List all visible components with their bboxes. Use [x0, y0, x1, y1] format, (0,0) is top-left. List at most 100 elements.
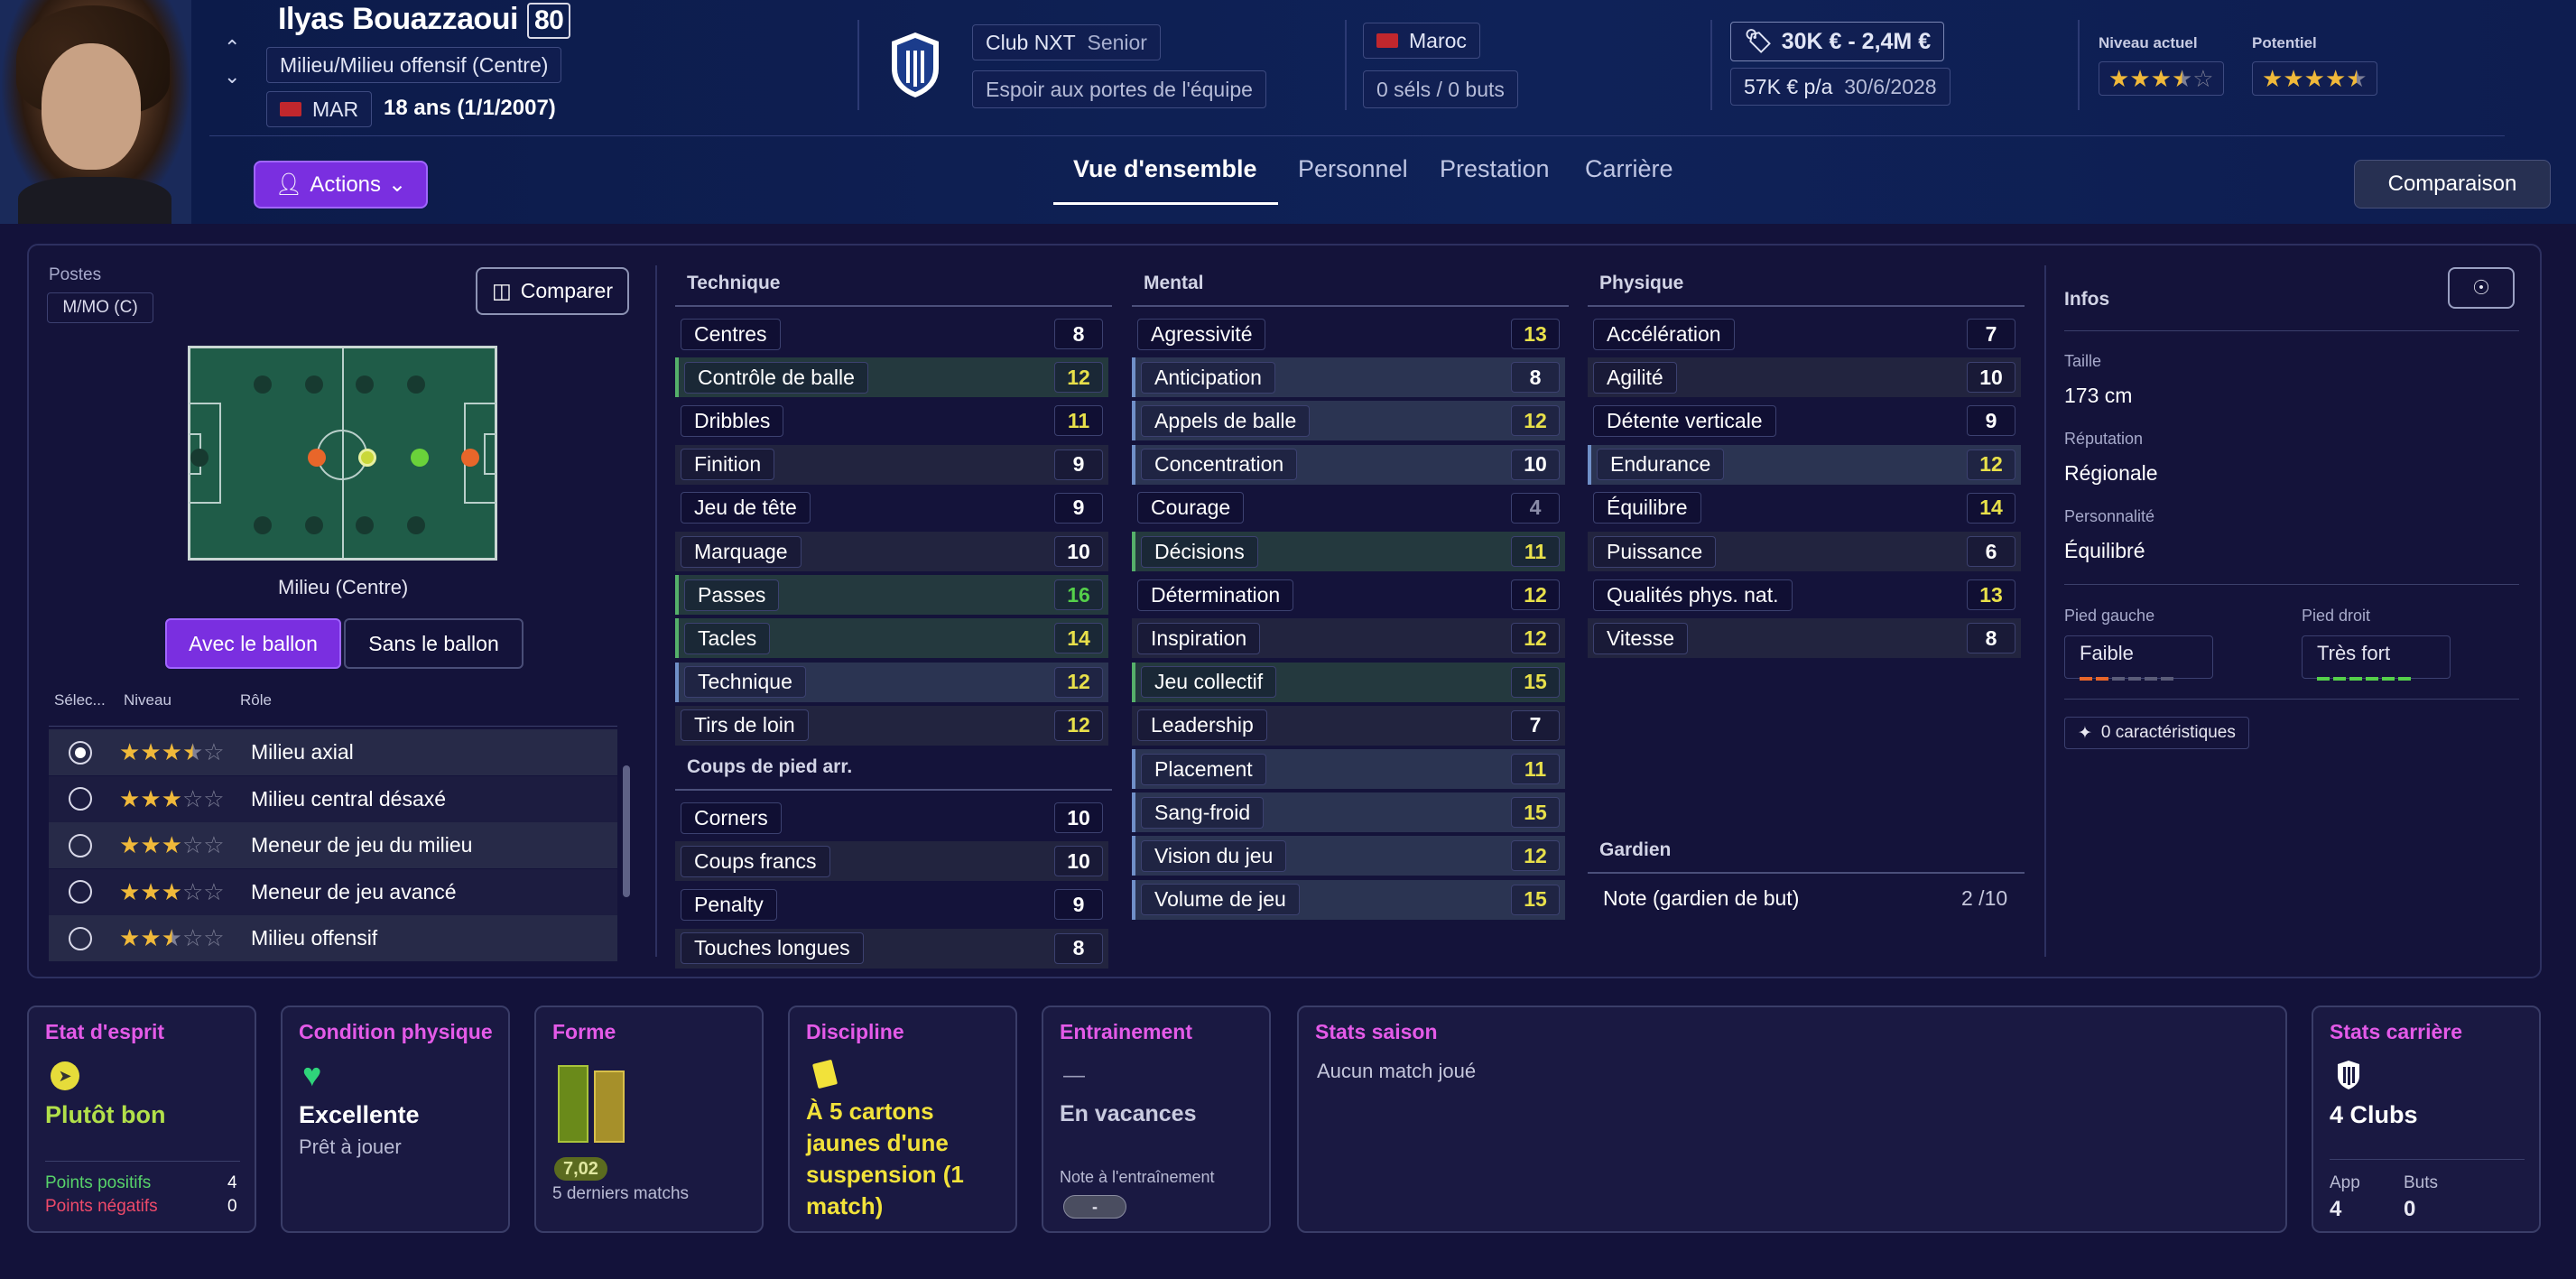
attribute-row[interactable]: Corners 10: [675, 798, 1108, 838]
role-row[interactable]: ★★★☆☆ Milieu central désaxé: [49, 775, 617, 822]
training-card[interactable]: Entrainement — En vacances Note à l'entr…: [1042, 1006, 1271, 1233]
chevron-up-icon[interactable]: ⌃: [224, 36, 240, 60]
attribute-row[interactable]: Dribbles 11: [675, 401, 1108, 440]
form-sub: 5 derniers matchs: [552, 1184, 690, 1203]
flag-icon: [1376, 33, 1398, 48]
attribute-row[interactable]: Appels de balle 12: [1132, 401, 1565, 441]
attribute-name: Jeu de tête: [681, 492, 811, 524]
attribute-row[interactable]: Centres 8: [675, 314, 1108, 354]
attribute-row[interactable]: Leadership 7: [1132, 705, 1565, 746]
attribute-row[interactable]: Sang-froid 15: [1132, 792, 1565, 833]
nation-team-pill[interactable]: Maroc: [1363, 23, 1480, 59]
heart-icon: ♥: [302, 1056, 322, 1093]
attribute-name: Courage: [1137, 492, 1245, 524]
role-row[interactable]: ★★★★☆ Milieu axial: [49, 729, 617, 775]
col-role-header[interactable]: Rôle: [240, 691, 272, 709]
pitch-position-dot: [356, 516, 374, 534]
attribute-row[interactable]: Jeu de tête 9: [675, 488, 1108, 528]
chevron-down-icon[interactable]: ⌄: [224, 65, 240, 88]
attribute-row[interactable]: Inspiration 12: [1132, 618, 1565, 659]
attribute-row[interactable]: Agressivité 13: [1132, 314, 1565, 354]
attribute-row[interactable]: Agilité 10: [1588, 357, 2021, 398]
role-radio[interactable]: [69, 740, 92, 765]
attribute-row[interactable]: Vision du jeu 12: [1132, 836, 1565, 876]
pitch-position-dot: [254, 375, 272, 394]
roles-scrollbar[interactable]: [623, 765, 630, 897]
role-stars: ★★★☆☆: [119, 831, 225, 858]
condition-card[interactable]: Condition physique ♥ Excellente Prêt à j…: [281, 1006, 510, 1233]
training-value: En vacances: [1060, 1101, 1197, 1126]
with-ball-toggle[interactable]: Avec le ballon: [165, 618, 341, 669]
attribute-row[interactable]: Touches longues 8: [675, 928, 1108, 969]
role-radio[interactable]: [69, 787, 92, 811]
club-pill[interactable]: Club NXT Senior: [972, 24, 1161, 60]
attribute-row[interactable]: Passes 16: [675, 575, 1108, 616]
attribute-value: 12: [1967, 449, 2015, 480]
attribute-row[interactable]: Penalty 9: [675, 885, 1108, 924]
tab-performance[interactable]: Prestation: [1440, 155, 1550, 183]
role-radio[interactable]: [69, 833, 92, 857]
col-select-header[interactable]: Sélec...: [54, 691, 106, 709]
attribute-name: Anticipation: [1141, 361, 1275, 394]
attribute-row[interactable]: Jeu collectif 15: [1132, 662, 1565, 702]
attribute-row[interactable]: Coups francs 10: [675, 841, 1108, 882]
actions-button[interactable]: 👤︎ Actions ⌄: [254, 161, 428, 209]
pitch-position-dot: [461, 449, 479, 467]
attribute-row[interactable]: Volume de jeu 15: [1132, 879, 1565, 920]
profile-settings-icon[interactable]: ☉: [2448, 267, 2515, 309]
attribute-value: 12: [1511, 579, 1560, 611]
form-title: Forme: [552, 1020, 616, 1043]
role-row[interactable]: ★★★☆☆ Milieu offensif: [49, 915, 617, 961]
role-radio[interactable]: [69, 926, 92, 950]
role-radio[interactable]: [69, 880, 92, 904]
caps-pill: 0 séls / 0 buts: [1363, 70, 1518, 108]
attribute-row[interactable]: Puissance 6: [1588, 532, 2021, 571]
attribute-row[interactable]: Qualités phys. nat. 13: [1588, 575, 2021, 615]
attribute-row[interactable]: Tacles 14: [675, 618, 1108, 659]
comparison-button[interactable]: Comparaison: [2354, 160, 2551, 209]
club-crest-icon: [892, 32, 939, 97]
attribute-row[interactable]: Courage 4: [1132, 488, 1565, 528]
attribute-name: Qualités phys. nat.: [1593, 579, 1793, 611]
form-card[interactable]: Forme 7,02 5 derniers matchs: [534, 1006, 764, 1233]
discipline-card[interactable]: Discipline À 5 cartons jaunes d'une susp…: [788, 1006, 1017, 1233]
left-foot-box: Faible: [2064, 635, 2213, 681]
attribute-row[interactable]: Décisions 11: [1132, 532, 1565, 571]
attribute-row[interactable]: Concentration 10: [1132, 444, 1565, 485]
traits-pill[interactable]: ✦ 0 caractéristiques: [2064, 717, 2249, 749]
tab-overview[interactable]: Vue d'ensemble: [1073, 155, 1257, 183]
tab-personal[interactable]: Personnel: [1298, 155, 1408, 183]
position-pitch: [188, 346, 497, 561]
role-row[interactable]: ★★★☆☆ Meneur de jeu du milieu: [49, 822, 617, 868]
attribute-row[interactable]: Tirs de loin 12: [675, 705, 1108, 746]
season-stats-card[interactable]: Stats saison Aucun match joué: [1297, 1006, 2287, 1233]
compare-button[interactable]: ◫ Comparer: [476, 267, 629, 315]
attribute-row[interactable]: Contrôle de balle 12: [675, 357, 1108, 398]
attribute-row[interactable]: Anticipation 8: [1132, 357, 1565, 398]
without-ball-toggle[interactable]: Sans le ballon: [344, 618, 524, 669]
attribute-row[interactable]: Vitesse 8: [1588, 618, 2021, 659]
morale-card[interactable]: Etat d'esprit ➤ Plutôt bon Points positi…: [27, 1006, 256, 1233]
attribute-value: 10: [1967, 362, 2015, 394]
attribute-row[interactable]: Endurance 12: [1588, 444, 2021, 485]
attribute-row[interactable]: Équilibre 14: [1588, 488, 2021, 528]
attribute-name: Endurance: [1597, 449, 1725, 481]
career-stats-card[interactable]: Stats carrière 4 Clubs App Buts 4 0: [2312, 1006, 2541, 1233]
attribute-row[interactable]: Détente verticale 9: [1588, 401, 2021, 440]
personality-value: Équilibré: [2064, 539, 2145, 562]
attribute-row[interactable]: Finition 9: [675, 444, 1108, 485]
attribute-row[interactable]: Technique 12: [675, 662, 1108, 702]
role-name: Milieu offensif: [251, 926, 378, 950]
attribute-row[interactable]: Accélération 7: [1588, 314, 2021, 354]
attribute-name: Corners: [681, 802, 782, 834]
goals-value: 0: [2404, 1197, 2416, 1221]
tab-career[interactable]: Carrière: [1585, 155, 1673, 183]
attribute-row[interactable]: Placement 11: [1132, 749, 1565, 789]
role-row[interactable]: ★★★☆☆ Meneur de jeu avancé: [49, 868, 617, 915]
attribute-row[interactable]: Marquage 10: [675, 532, 1108, 571]
attribute-name: Penalty: [681, 888, 777, 921]
morale-icon: ➤: [51, 1061, 79, 1090]
col-level-header[interactable]: Niveau: [124, 691, 171, 709]
attribute-name: Jeu collectif: [1141, 666, 1277, 699]
attribute-row[interactable]: Détermination 12: [1132, 575, 1565, 615]
